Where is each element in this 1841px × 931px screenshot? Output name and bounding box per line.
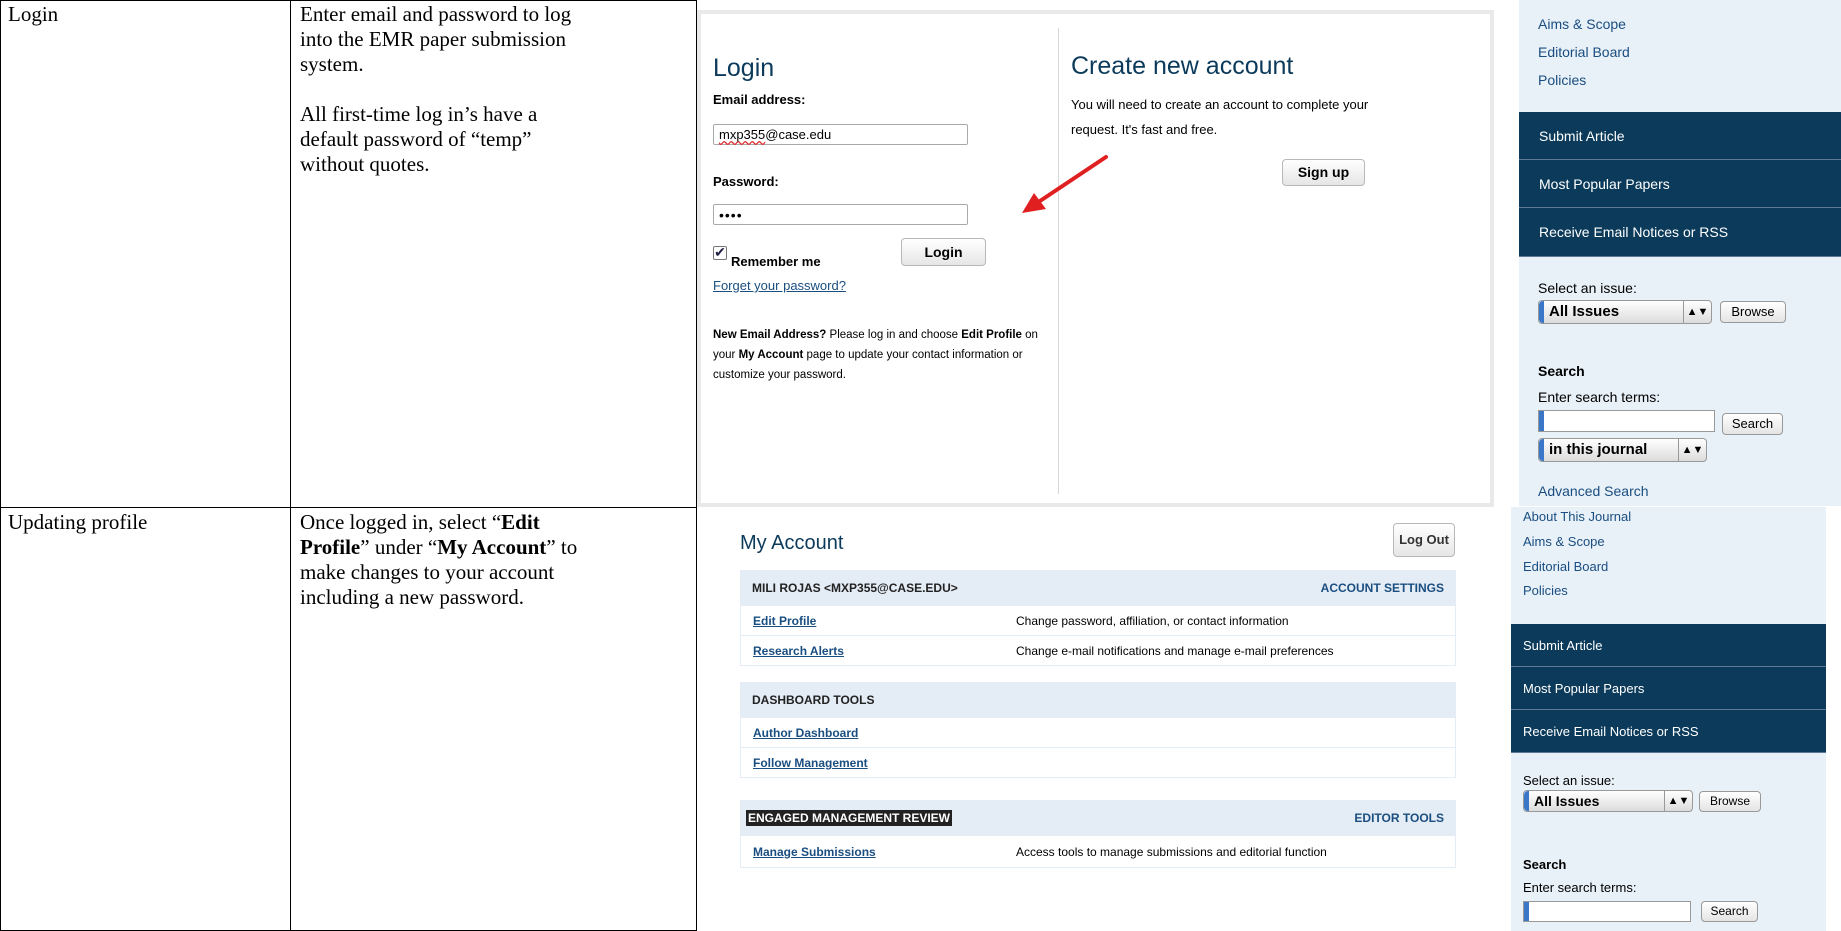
login-panel: Login Email address: mxp355@case.edu Pas… — [697, 10, 1494, 507]
search-label: Enter search terms: — [1538, 389, 1661, 405]
password-label: Password: — [713, 174, 779, 189]
sidebar-link-policies[interactable]: Policies — [1538, 72, 1586, 88]
desc-line: into the EMR paper submission — [300, 27, 566, 51]
desc-line: Profile” under “My Account” to — [300, 535, 578, 559]
row-title-updating-profile: Updating profile — [8, 510, 148, 534]
nav-receive-email-notices[interactable]: Receive Email Notices or RSS — [1519, 208, 1841, 257]
manage-submissions-link[interactable]: Manage Submissions — [753, 845, 876, 859]
sidebar-link-policies[interactable]: Policies — [1523, 583, 1568, 598]
account-settings-header: MILI ROJAS <MXP355@CASE.EDU> ACCOUNT SET… — [740, 570, 1456, 606]
nav-receive-email-notices[interactable]: Receive Email Notices or RSS — [1511, 710, 1826, 753]
login-button[interactable]: Login — [901, 238, 986, 266]
research-alerts-link[interactable]: Research Alerts — [753, 644, 844, 658]
search-label: Enter search terms: — [1523, 880, 1637, 895]
select-issue-label: Select an issue: — [1523, 773, 1615, 788]
desc-line: without quotes. — [300, 152, 430, 176]
select-issue-label: Select an issue: — [1538, 280, 1637, 296]
desc-line: including a new password. — [300, 585, 524, 609]
my-account-heading: My Account — [740, 532, 844, 554]
follow-management-link[interactable]: Follow Management — [753, 756, 868, 770]
nav-submit-article[interactable]: Submit Article — [1519, 112, 1841, 160]
remember-label: Remember me — [731, 254, 821, 269]
scope-select[interactable]: in this journal ▲▼ — [1538, 438, 1707, 462]
search-input[interactable] — [1523, 901, 1691, 922]
row-title-login: Login — [8, 2, 59, 26]
sidebar-link-aims-scope[interactable]: Aims & Scope — [1538, 16, 1626, 32]
note-line: New Email Address? Please log in and cho… — [713, 329, 1038, 341]
log-out-button[interactable]: Log Out — [1393, 523, 1455, 557]
email-field[interactable]: mxp355@case.edu — [713, 124, 968, 145]
issue-select[interactable]: All Issues ▲▼ — [1538, 300, 1712, 324]
editor-tools-header: ENGAGED MANAGEMENT REVIEW EDITOR TOOLS — [740, 800, 1456, 836]
search-input[interactable] — [1538, 410, 1715, 432]
desc-line: Enter email and password to log — [300, 2, 572, 26]
table-top-border — [0, 0, 697, 1]
red-arrow-icon — [1022, 155, 1108, 213]
search-heading: Search — [1523, 857, 1567, 872]
search-button[interactable]: Search — [1722, 413, 1783, 435]
create-line: You will need to create an account to co… — [1071, 97, 1369, 112]
table-col-divider — [290, 0, 291, 931]
panel-divider — [1058, 28, 1059, 494]
sign-up-button[interactable]: Sign up — [1282, 159, 1365, 186]
desc-line: make changes to your account — [300, 560, 555, 584]
login-heading: Login — [713, 54, 775, 82]
password-field[interactable]: •••• — [713, 204, 968, 225]
dashboard-tools-header: DASHBOARD TOOLS — [740, 682, 1456, 718]
remember-checkbox[interactable]: ✔ — [713, 245, 727, 260]
select-arrows-icon: ▲▼ — [1683, 301, 1711, 323]
desc-line: All first-time log in’s have a — [300, 102, 538, 126]
create-account-heading: Create new account — [1071, 52, 1294, 80]
desc-spacer — [300, 77, 690, 102]
select-arrows-icon: ▲▼ — [1678, 439, 1706, 461]
new-email-note: New Email Address? Please log in and cho… — [713, 325, 1073, 385]
table-row: Follow Management — [740, 748, 1456, 778]
table-row: Edit Profile Change password, affiliatio… — [740, 606, 1456, 636]
nav-submit-article[interactable]: Submit Article — [1511, 624, 1826, 667]
browse-button[interactable]: Browse — [1720, 301, 1786, 323]
sidebar-top: Aims & Scope Editorial Board Policies Su… — [1519, 0, 1841, 506]
sidebar-bottom: About This Journal Aims & Scope Editoria… — [1511, 507, 1826, 931]
nav-most-popular-papers[interactable]: Most Popular Papers — [1511, 667, 1826, 710]
browse-button[interactable]: Browse — [1699, 791, 1761, 812]
desc-line: system. — [300, 52, 364, 76]
create-line: request. It's fast and free. — [1071, 122, 1218, 137]
create-account-text: You will need to create an account to co… — [1071, 92, 1466, 142]
search-heading: Search — [1538, 363, 1585, 379]
email-label: Email address: — [713, 92, 806, 107]
forgot-password-link[interactable]: Forget your password? — [713, 278, 846, 293]
sidebar-link-aims-scope[interactable]: Aims & Scope — [1523, 534, 1605, 549]
edit-profile-link[interactable]: Edit Profile — [753, 614, 816, 628]
select-arrows-icon: ▲▼ — [1664, 791, 1692, 811]
nav-most-popular-papers[interactable]: Most Popular Papers — [1519, 160, 1841, 208]
note-line: your My Account page to update your cont… — [713, 349, 1023, 361]
desc-line: Once logged in, select “Edit — [300, 510, 540, 534]
author-dashboard-link[interactable]: Author Dashboard — [753, 726, 858, 740]
table-row: Author Dashboard — [740, 718, 1456, 748]
table-left-border — [0, 0, 1, 931]
row-description-updating-profile: Once logged in, select “Edit Profile” un… — [300, 510, 695, 610]
table-row-divider — [0, 507, 697, 508]
search-button[interactable]: Search — [1701, 901, 1758, 922]
table-row: Manage Submissions Access tools to manag… — [740, 836, 1456, 868]
issue-select[interactable]: All Issues ▲▼ — [1523, 790, 1693, 812]
advanced-search-link[interactable]: Advanced Search — [1538, 483, 1649, 499]
desc-line: default password of “temp” — [300, 127, 532, 151]
sidebar-link-about-journal[interactable]: About This Journal — [1523, 509, 1631, 524]
sidebar-link-editorial-board[interactable]: Editorial Board — [1538, 44, 1630, 60]
table-row: Research Alerts Change e-mail notificati… — [740, 636, 1456, 666]
note-line: customize your password. — [713, 369, 846, 381]
sidebar-link-editorial-board[interactable]: Editorial Board — [1523, 559, 1608, 574]
row-description-login: Enter email and password to log into the… — [300, 2, 690, 177]
